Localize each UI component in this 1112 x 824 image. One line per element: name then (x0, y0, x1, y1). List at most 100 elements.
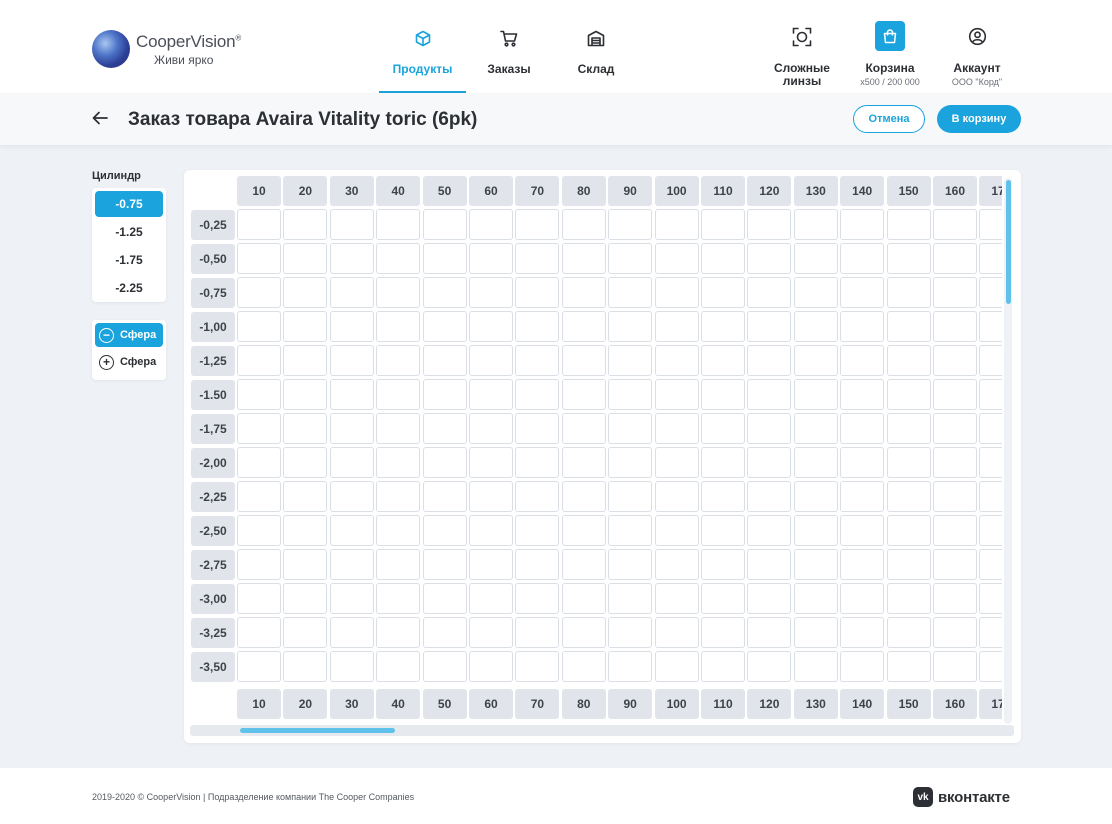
quantity-input-cell[interactable] (840, 617, 885, 648)
quantity-input-cell[interactable] (840, 583, 885, 614)
quantity-input-cell[interactable] (561, 209, 606, 240)
quantity-input-cell[interactable] (979, 345, 1002, 376)
quantity-input-cell[interactable] (469, 617, 513, 648)
quantity-input-cell[interactable] (515, 583, 560, 614)
quantity-input-cell[interactable] (979, 379, 1002, 410)
quantity-input-cell[interactable] (515, 277, 560, 308)
quantity-input-cell[interactable] (515, 549, 560, 580)
back-arrow-icon[interactable] (92, 111, 110, 127)
quantity-input-cell[interactable] (701, 345, 745, 376)
quantity-input-cell[interactable] (793, 311, 838, 342)
quantity-input-cell[interactable] (422, 651, 467, 682)
quantity-input-cell[interactable] (840, 379, 885, 410)
quantity-input-cell[interactable] (701, 583, 745, 614)
quantity-input-cell[interactable] (422, 515, 467, 546)
quantity-input-cell[interactable] (747, 413, 792, 444)
quantity-input-cell[interactable] (793, 549, 838, 580)
quantity-input-cell[interactable] (422, 583, 467, 614)
quantity-input-cell[interactable] (469, 311, 513, 342)
quantity-input-cell[interactable] (376, 413, 421, 444)
quantity-input-cell[interactable] (840, 515, 885, 546)
quantity-input-cell[interactable] (561, 549, 606, 580)
quantity-input-cell[interactable] (840, 311, 885, 342)
quantity-input-cell[interactable] (561, 277, 606, 308)
quantity-input-cell[interactable] (933, 515, 977, 546)
quantity-input-cell[interactable] (376, 617, 421, 648)
quantity-input-cell[interactable] (376, 549, 421, 580)
quantity-input-cell[interactable] (933, 345, 977, 376)
quantity-input-cell[interactable] (237, 209, 281, 240)
quantity-input-cell[interactable] (237, 379, 281, 410)
quantity-input-cell[interactable] (654, 209, 699, 240)
quantity-input-cell[interactable] (237, 243, 281, 274)
quantity-input-cell[interactable] (979, 413, 1002, 444)
quantity-input-cell[interactable] (701, 277, 745, 308)
quantity-input-cell[interactable] (793, 243, 838, 274)
quantity-input-cell[interactable] (283, 277, 328, 308)
quantity-input-cell[interactable] (329, 617, 374, 648)
quantity-input-cell[interactable] (376, 481, 421, 512)
quantity-input-cell[interactable] (329, 209, 374, 240)
quantity-input-cell[interactable] (329, 447, 374, 478)
quantity-input-cell[interactable] (933, 617, 977, 648)
cylinder-option[interactable]: -1.75 (95, 247, 163, 273)
quantity-input-cell[interactable] (654, 311, 699, 342)
quantity-input-cell[interactable] (329, 481, 374, 512)
quantity-input-cell[interactable] (515, 413, 560, 444)
quantity-input-cell[interactable] (608, 413, 653, 444)
quantity-input-cell[interactable] (979, 277, 1002, 308)
quantity-input-cell[interactable] (561, 651, 606, 682)
quantity-input-cell[interactable] (840, 549, 885, 580)
quantity-input-cell[interactable] (329, 345, 374, 376)
quantity-input-cell[interactable] (747, 277, 792, 308)
quantity-input-cell[interactable] (469, 549, 513, 580)
quantity-input-cell[interactable] (422, 345, 467, 376)
quantity-input-cell[interactable] (561, 617, 606, 648)
quantity-input-cell[interactable] (654, 617, 699, 648)
quantity-input-cell[interactable] (840, 413, 885, 444)
quantity-input-cell[interactable] (608, 311, 653, 342)
quantity-input-cell[interactable] (561, 413, 606, 444)
quantity-input-cell[interactable] (747, 311, 792, 342)
quantity-input-cell[interactable] (793, 379, 838, 410)
quantity-input-cell[interactable] (701, 481, 745, 512)
quantity-input-cell[interactable] (654, 277, 699, 308)
quantity-input-cell[interactable] (422, 209, 467, 240)
sphere-plus-toggle[interactable]: + Сфера (95, 350, 163, 374)
quantity-input-cell[interactable] (886, 447, 931, 478)
quantity-input-cell[interactable] (701, 515, 745, 546)
quantity-input-cell[interactable] (561, 515, 606, 546)
quantity-input-cell[interactable] (329, 583, 374, 614)
quantity-input-cell[interactable] (654, 515, 699, 546)
quantity-input-cell[interactable] (515, 379, 560, 410)
quantity-input-cell[interactable] (979, 515, 1002, 546)
quantity-input-cell[interactable] (654, 549, 699, 580)
quantity-input-cell[interactable] (886, 209, 931, 240)
quantity-input-cell[interactable] (747, 243, 792, 274)
quantity-input-cell[interactable] (979, 651, 1002, 682)
quantity-input-cell[interactable] (329, 243, 374, 274)
quantity-input-cell[interactable] (329, 651, 374, 682)
quantity-input-cell[interactable] (701, 549, 745, 580)
vertical-scrollbar-thumb[interactable] (1006, 180, 1011, 304)
quantity-input-cell[interactable] (933, 277, 977, 308)
quantity-input-cell[interactable] (329, 311, 374, 342)
quantity-input-cell[interactable] (283, 515, 328, 546)
quantity-input-cell[interactable] (793, 583, 838, 614)
quantity-input-cell[interactable] (283, 379, 328, 410)
quantity-input-cell[interactable] (422, 481, 467, 512)
quantity-input-cell[interactable] (840, 209, 885, 240)
quantity-input-cell[interactable] (469, 243, 513, 274)
quantity-input-cell[interactable] (701, 413, 745, 444)
quantity-input-cell[interactable] (886, 515, 931, 546)
quantity-input-cell[interactable] (979, 243, 1002, 274)
quantity-input-cell[interactable] (237, 515, 281, 546)
quantity-input-cell[interactable] (469, 413, 513, 444)
quantity-input-cell[interactable] (608, 515, 653, 546)
quantity-input-cell[interactable] (979, 583, 1002, 614)
quantity-input-cell[interactable] (376, 209, 421, 240)
quantity-input-cell[interactable] (840, 447, 885, 478)
quantity-input-cell[interactable] (979, 617, 1002, 648)
quantity-input-cell[interactable] (701, 651, 745, 682)
quantity-input-cell[interactable] (422, 617, 467, 648)
